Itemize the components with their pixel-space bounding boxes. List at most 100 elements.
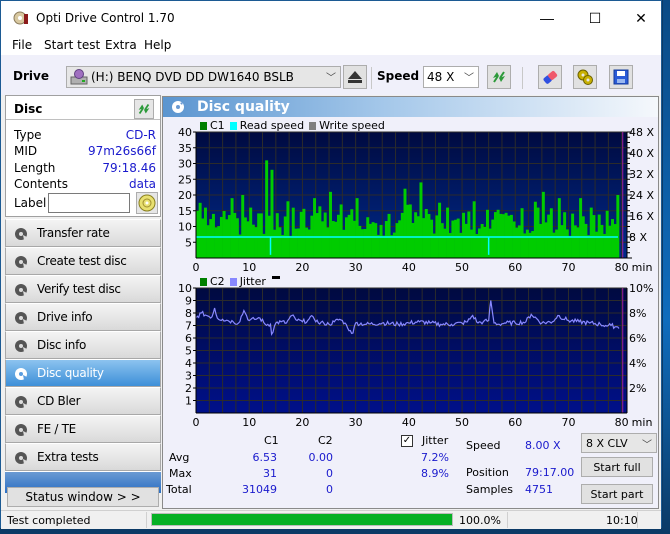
disc-tool-icon	[15, 228, 27, 240]
eraser-icon	[543, 71, 558, 84]
sidebar-item-label: Verify test disc	[37, 282, 121, 296]
avg-c1: 6.53	[252, 451, 278, 464]
disc-info-length: Length 79:18.46	[14, 161, 156, 177]
speed-label: Speed	[466, 439, 501, 452]
status-divider	[146, 512, 147, 528]
progress-bar	[151, 513, 453, 526]
disc-label-button[interactable]	[136, 192, 158, 214]
menu-start-test[interactable]: Start test	[44, 38, 100, 52]
sidebar-item-drive-info[interactable]: Drive info	[5, 303, 161, 331]
disc-info-key: Type	[14, 128, 42, 142]
eject-button[interactable]	[343, 65, 367, 89]
sidebar-item-transfer-rate[interactable]: Transfer rate	[5, 219, 161, 247]
toolbar: Drive (H:) BENQ DVD DD DW1640 BSLB ﹀ Spe…	[1, 55, 661, 95]
status-text: Test completed	[7, 514, 91, 527]
disc-label-input[interactable]	[48, 193, 130, 213]
cd-icon	[138, 194, 156, 212]
erase-button[interactable]	[538, 65, 562, 89]
disc-info-contents: Contents data	[14, 177, 156, 193]
window-title: Opti Drive Control 1.70	[36, 11, 175, 25]
app-logo-icon	[13, 11, 28, 25]
maximize-button[interactable]: ☐	[572, 1, 618, 35]
drive-select[interactable]: (H:) BENQ DVD DD DW1640 BSLB ﹀	[66, 66, 341, 88]
max-c2: 0	[326, 467, 333, 480]
sidebar-item-disc-info[interactable]: Disc info	[5, 331, 161, 359]
disc-info-mid: MID 97m26s66f	[14, 144, 156, 160]
disc-tool-icon	[15, 424, 27, 436]
disc-quality-panel: Disc quality C1 Read speed Write speed C…	[162, 96, 659, 509]
drive-label: Drive	[13, 69, 49, 83]
disc-panel-header: Disc	[6, 96, 160, 120]
settings-button[interactable]	[573, 65, 597, 89]
disc-info-value: 79:18.46	[102, 161, 156, 175]
sidebar-item-fe-te[interactable]: FE / TE	[5, 415, 161, 443]
title-bar: Opti Drive Control 1.70 — ☐ ✕	[1, 1, 661, 35]
menu-bar: File Start test Extra Help	[1, 35, 661, 55]
sidebar-item-disc-quality[interactable]: Disc quality	[5, 359, 161, 387]
menu-extra[interactable]: Extra	[105, 38, 137, 52]
row-label-total: Total	[166, 483, 192, 496]
drive-select-value: (H:) BENQ DVD DD DW1640 BSLB	[91, 70, 294, 84]
app-window: Opti Drive Control 1.70 — ☐ ✕ File Start…	[0, 0, 662, 529]
sidebar-item-label: Create test disc	[37, 254, 127, 268]
save-button[interactable]	[609, 65, 633, 89]
disc-refresh-button[interactable]	[134, 99, 154, 119]
elapsed-time: 10:10	[606, 514, 638, 527]
speed-select[interactable]: 48 X ﹀	[423, 66, 479, 88]
speed-label: Speed	[377, 69, 420, 83]
speed-value: 8.00 X	[525, 439, 561, 452]
total-c1: 31049	[242, 483, 277, 496]
close-button[interactable]: ✕	[618, 1, 664, 35]
jitter-label: Jitter	[422, 434, 449, 447]
test-speed-select[interactable]: 8 X CLV ﹀	[581, 433, 657, 453]
jitter-checkbox[interactable]: ✓	[401, 435, 413, 447]
refresh-icon	[493, 71, 505, 83]
disc-tool-icon	[15, 396, 27, 408]
chevron-down-icon: ﹀	[326, 73, 336, 84]
status-divider	[637, 512, 638, 528]
sidebar-item-label: Extra tests	[37, 450, 99, 464]
start-full-button[interactable]: Start full	[581, 457, 653, 477]
save-icon	[613, 69, 629, 85]
toolbar-separator	[522, 67, 523, 89]
start-part-button[interactable]: Start part	[581, 484, 653, 504]
drive-icon	[70, 69, 88, 85]
status-divider	[507, 512, 508, 528]
sidebar-item-label: Disc info	[37, 338, 87, 352]
avg-jitter: 7.2%	[421, 451, 449, 464]
disc-info-value: data	[128, 177, 156, 191]
sidebar-item-create-test-disc[interactable]: Create test disc	[5, 247, 161, 275]
sidebar-item-label: Drive info	[37, 310, 93, 324]
position-label: Position	[466, 466, 509, 479]
disc-tool-icon	[15, 340, 27, 352]
sidebar-item-label: Transfer rate	[37, 226, 110, 240]
status-window-button[interactable]: Status window > >	[7, 487, 159, 507]
sidebar-item-label: FE / TE	[37, 422, 76, 436]
disc-tool-icon	[15, 368, 27, 380]
sidebar-item-cd-bler[interactable]: CD Bler	[5, 387, 161, 415]
disc-info-key: MID	[14, 144, 38, 158]
refresh-speed-button[interactable]	[487, 65, 511, 89]
menu-file[interactable]: File	[12, 38, 32, 52]
sidebar-nav: Transfer rate Create test disc Verify test…	[5, 219, 161, 493]
max-jitter: 8.9%	[421, 467, 449, 480]
desktop-background	[663, 0, 670, 534]
menu-help[interactable]: Help	[144, 38, 171, 52]
sidebar-item-verify-test-disc[interactable]: Verify test disc	[5, 275, 161, 303]
test-speed-value: 8 X CLV	[586, 437, 628, 450]
sidebar: Disc Type CD-R MID 97m26s66f Length 79:1…	[5, 95, 161, 509]
disc-tool-icon	[15, 452, 27, 464]
max-c1: 31	[263, 467, 277, 480]
chevron-down-icon: ﹀	[642, 440, 652, 451]
samples-value: 4751	[525, 483, 553, 496]
sidebar-item-extra-tests[interactable]: Extra tests	[5, 443, 161, 471]
toolbar-separator	[371, 67, 372, 89]
disc-panel: Disc Type CD-R MID 97m26s66f Length 79:1…	[5, 95, 161, 217]
sidebar-item-label: CD Bler	[37, 394, 81, 408]
minimize-button[interactable]: —	[524, 1, 570, 35]
disc-info-value: CD-R	[125, 128, 156, 142]
disc-tool-icon	[15, 256, 27, 268]
row-label-avg: Avg	[169, 451, 190, 464]
progress-fill	[152, 514, 452, 525]
total-c2: 0	[326, 483, 333, 496]
